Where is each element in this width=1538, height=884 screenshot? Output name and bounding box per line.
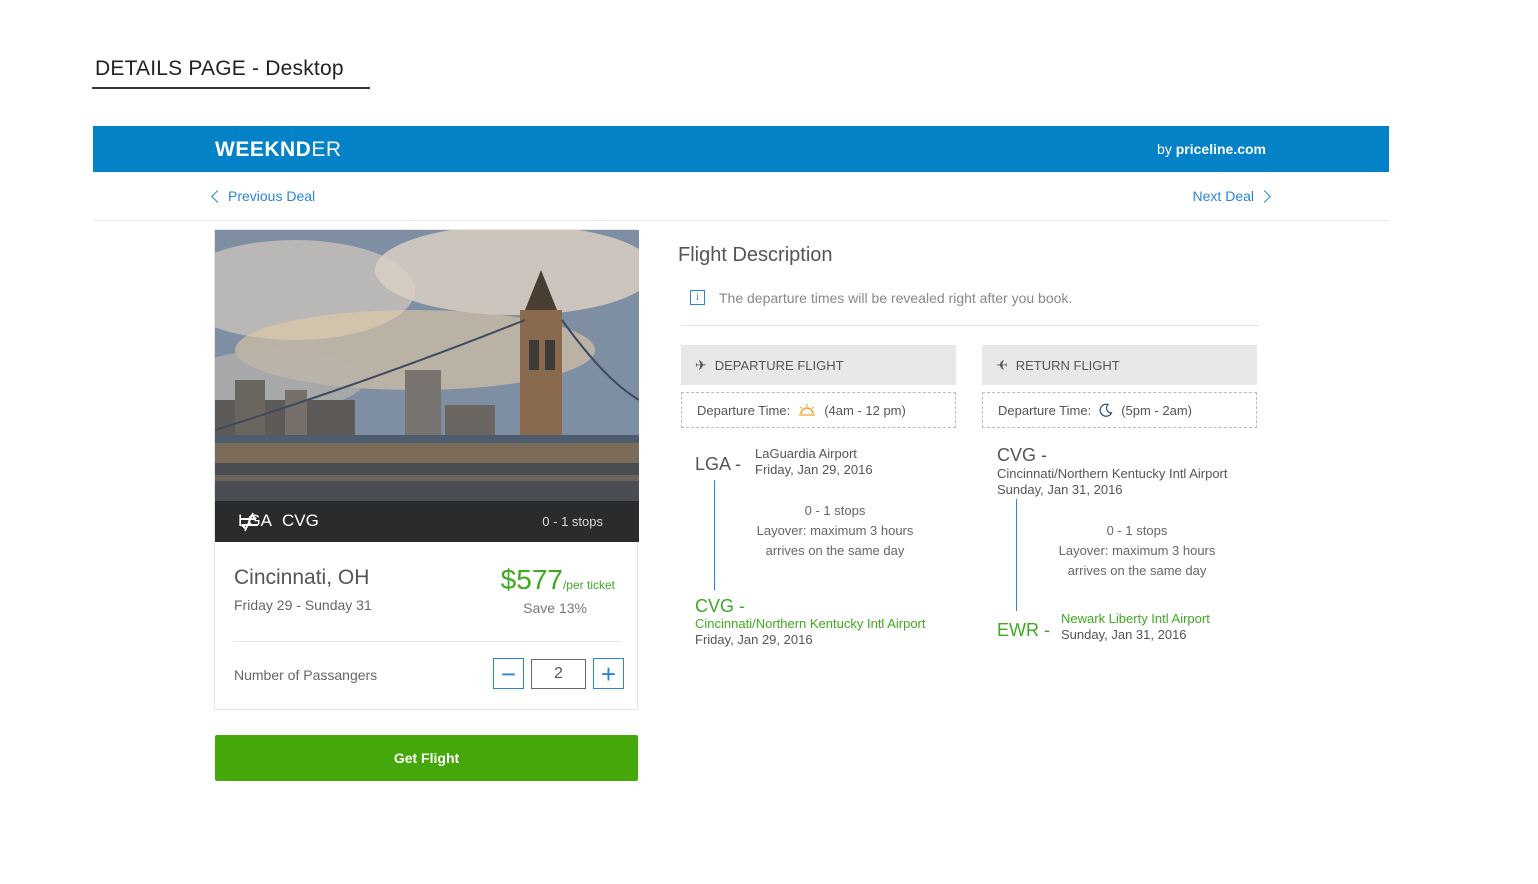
minus-icon: − — [500, 658, 517, 689]
departure-destination-date: Friday, Jan 29, 2016 — [695, 632, 813, 647]
deal-navigation: Previous Deal Next Deal — [93, 172, 1389, 221]
by-prefix: by — [1157, 141, 1176, 157]
plus-icon: + — [600, 658, 617, 689]
deal-card: LGA CVG 0 - 1 stops Cincinnati, OH Frida… — [214, 229, 639, 710]
route-summary: LGA CVG — [238, 511, 319, 532]
departure-arrival-note: arrives on the same day — [765, 543, 905, 558]
chevron-left-icon — [211, 189, 224, 203]
plane-return-icon: ✈ — [996, 356, 1008, 373]
departure-origin-code: LGA - — [695, 454, 742, 474]
flight-description-title: Flight Description — [678, 244, 833, 266]
previous-deal-label: Previous Deal — [228, 188, 316, 204]
return-stops: 0 - 1 stops — [1106, 523, 1168, 538]
moon-icon — [1099, 403, 1113, 417]
brand-logo[interactable]: WEEKNDER — [215, 138, 342, 162]
brand-bold: WEEKND — [215, 138, 312, 161]
info-icon: i — [690, 290, 705, 305]
return-flight-header: ✈ RETURN FLIGHT — [982, 345, 1257, 385]
departure-time-label: Departure Time: — [697, 402, 791, 418]
partner-byline: by priceline.com — [1157, 141, 1266, 157]
section-divider — [681, 325, 1259, 326]
return-origin-code: CVG - — [997, 445, 1048, 465]
return-layover: Layover: maximum 3 hours — [1058, 543, 1216, 558]
site-header: WEEKNDER by priceline.com — [93, 126, 1389, 172]
price-unit: /per ticket — [562, 578, 615, 592]
departure-route-line — [714, 480, 715, 590]
page-title: DETAILS PAGE - Desktop — [95, 57, 344, 80]
round-trip-arrows-icon — [240, 512, 258, 532]
departure-origin-airport: LaGuardia Airport — [755, 446, 857, 461]
card-divider — [233, 641, 621, 642]
trip-dates: Friday 29 - Sunday 31 — [234, 597, 372, 613]
destination-city: Cincinnati, OH — [234, 566, 370, 589]
return-time-label: Departure Time: — [998, 402, 1092, 418]
savings-badge: Save 13% — [523, 600, 587, 616]
next-deal-link[interactable]: Next Deal — [1192, 188, 1271, 204]
departure-destination-airport: Cincinnati/Northern Kentucky Intl Airpor… — [695, 616, 926, 631]
partner-name: priceline.com — [1175, 141, 1266, 157]
return-destination-code: EWR - — [997, 620, 1050, 640]
departure-time-range: (4am - 12 pm) — [824, 402, 906, 418]
return-header-label: RETURN FLIGHT — [1015, 357, 1120, 373]
return-stop-info: 0 - 1 stops Layover: maximum 3 hours arr… — [1037, 521, 1237, 581]
plane-departure-icon: ✈ — [695, 356, 707, 373]
departure-time-window: Departure Time: (4am - 12 pm) — [681, 392, 956, 428]
return-origin-airport: Cincinnati/Northern Kentucky Intl Airpor… — [997, 466, 1228, 481]
return-arrival-note: arrives on the same day — [1067, 563, 1207, 578]
return-origin-date: Sunday, Jan 31, 2016 — [997, 482, 1123, 497]
route-overlay: LGA CVG 0 - 1 stops — [215, 501, 639, 542]
departure-stop-info: 0 - 1 stops Layover: maximum 3 hours arr… — [735, 501, 935, 561]
next-deal-label: Next Deal — [1192, 188, 1254, 204]
decrease-passengers-button[interactable]: − — [493, 658, 524, 689]
departure-header-label: DEPARTURE FLIGHT — [714, 357, 844, 373]
brand-light: ER — [311, 138, 342, 161]
sunrise-icon — [799, 404, 816, 416]
destination-photo: LGA CVG 0 - 1 stops — [215, 230, 639, 542]
departure-stops: 0 - 1 stops — [804, 503, 866, 518]
chevron-right-icon — [1258, 189, 1271, 203]
stops-count: 0 - 1 stops — [542, 514, 603, 529]
destination-code: CVG — [282, 511, 319, 530]
return-time-window: Departure Time: (5pm - 2am) — [982, 392, 1257, 428]
passengers-input[interactable]: 2 — [531, 659, 586, 689]
departure-flight-header: ✈ DEPARTURE FLIGHT — [681, 345, 956, 385]
departure-layover: Layover: maximum 3 hours — [756, 523, 914, 538]
bridge-illustration — [215, 230, 639, 542]
passengers-label: Number of Passangers — [234, 667, 378, 683]
price: $577/per ticket — [501, 564, 615, 596]
increase-passengers-button[interactable]: + — [593, 658, 624, 689]
departure-destination-code: CVG - — [695, 596, 746, 616]
return-destination-airport: Newark Liberty Intl Airport — [1061, 611, 1210, 626]
get-flight-button[interactable]: Get Flight — [215, 735, 638, 781]
departure-origin-date: Friday, Jan 29, 2016 — [755, 462, 873, 477]
return-route-line — [1016, 499, 1017, 611]
return-time-range: (5pm - 2am) — [1121, 402, 1192, 418]
return-destination-date: Sunday, Jan 31, 2016 — [1061, 627, 1187, 642]
info-message: The departure times will be revealed rig… — [719, 290, 1073, 306]
title-underline — [92, 87, 370, 89]
price-amount: $577 — [500, 564, 563, 595]
previous-deal-link[interactable]: Previous Deal — [211, 188, 316, 204]
